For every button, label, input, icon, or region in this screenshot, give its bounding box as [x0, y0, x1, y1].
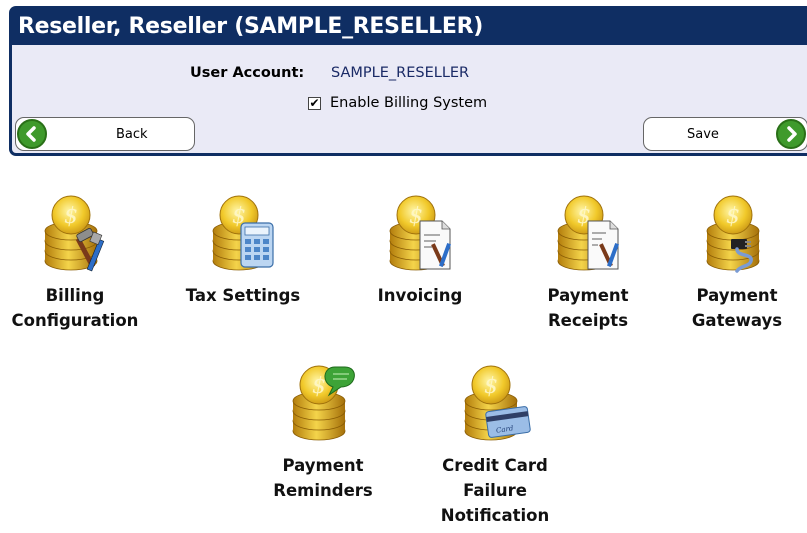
credit-card-failure-notification-item[interactable]: Card Credit Card Failure Notification: [420, 365, 570, 528]
user-account-row: User Account: SAMPLE_RESELLER: [12, 62, 807, 84]
coins-speech-bubble-icon: [283, 365, 363, 445]
user-account-label: User Account:: [190, 65, 305, 81]
item-label-line2: Configuration: [11, 311, 139, 330]
page-title: Reseller, Reseller (SAMPLE_RESELLER): [12, 9, 807, 45]
coins-calculator-icon: [203, 195, 283, 275]
payment-receipts-item[interactable]: Payment Receipts: [513, 195, 663, 333]
user-account-value: SAMPLE_RESELLER: [331, 65, 470, 81]
enable-billing-label[interactable]: Enable Billing System: [330, 92, 487, 114]
tax-settings-item[interactable]: Tax Settings: [168, 195, 318, 308]
payment-reminders-item[interactable]: Payment Reminders: [248, 365, 398, 503]
enable-billing-row[interactable]: ✔ Enable Billing System: [308, 92, 487, 114]
payment-gateways-item[interactable]: Payment Gateways: [667, 195, 807, 333]
coins-credit-card-icon: Card: [455, 365, 535, 445]
save-button-label: Save: [687, 126, 719, 142]
enable-billing-checkbox[interactable]: ✔: [308, 96, 321, 110]
item-label-line2: Gateways: [691, 311, 783, 330]
item-label-line1: Payment: [547, 286, 629, 305]
item-label-line1: Payment: [282, 456, 364, 475]
item-label-line1: Credit Card: [442, 456, 548, 475]
back-button[interactable]: Back: [15, 117, 195, 151]
item-label-line1: Payment: [696, 286, 778, 305]
save-button[interactable]: Save: [643, 117, 807, 151]
coins-tools-icon: [35, 195, 115, 275]
coins-receipt-tools-icon: [548, 195, 628, 275]
arrow-left-icon: [17, 119, 47, 149]
item-label-line1: Billing: [45, 286, 105, 305]
back-button-label: Back: [116, 126, 148, 142]
item-label-line2: Failure: [463, 481, 527, 500]
billing-configuration-item[interactable]: Billing Configuration: [0, 195, 150, 333]
item-label-line1: Tax Settings: [185, 286, 301, 305]
invoicing-item[interactable]: Invoicing: [345, 195, 495, 308]
item-label-line1: Invoicing: [377, 286, 463, 305]
item-label-line3: Notification: [440, 506, 550, 525]
item-label-line2: Reminders: [273, 481, 373, 500]
account-header-panel: Reseller, Reseller (SAMPLE_RESELLER) Use…: [9, 6, 807, 156]
coins-document-tools-icon: [380, 195, 460, 275]
item-label-line2: Receipts: [547, 311, 629, 330]
coins-plug-icon: [697, 195, 777, 275]
arrow-right-icon: [776, 119, 806, 149]
